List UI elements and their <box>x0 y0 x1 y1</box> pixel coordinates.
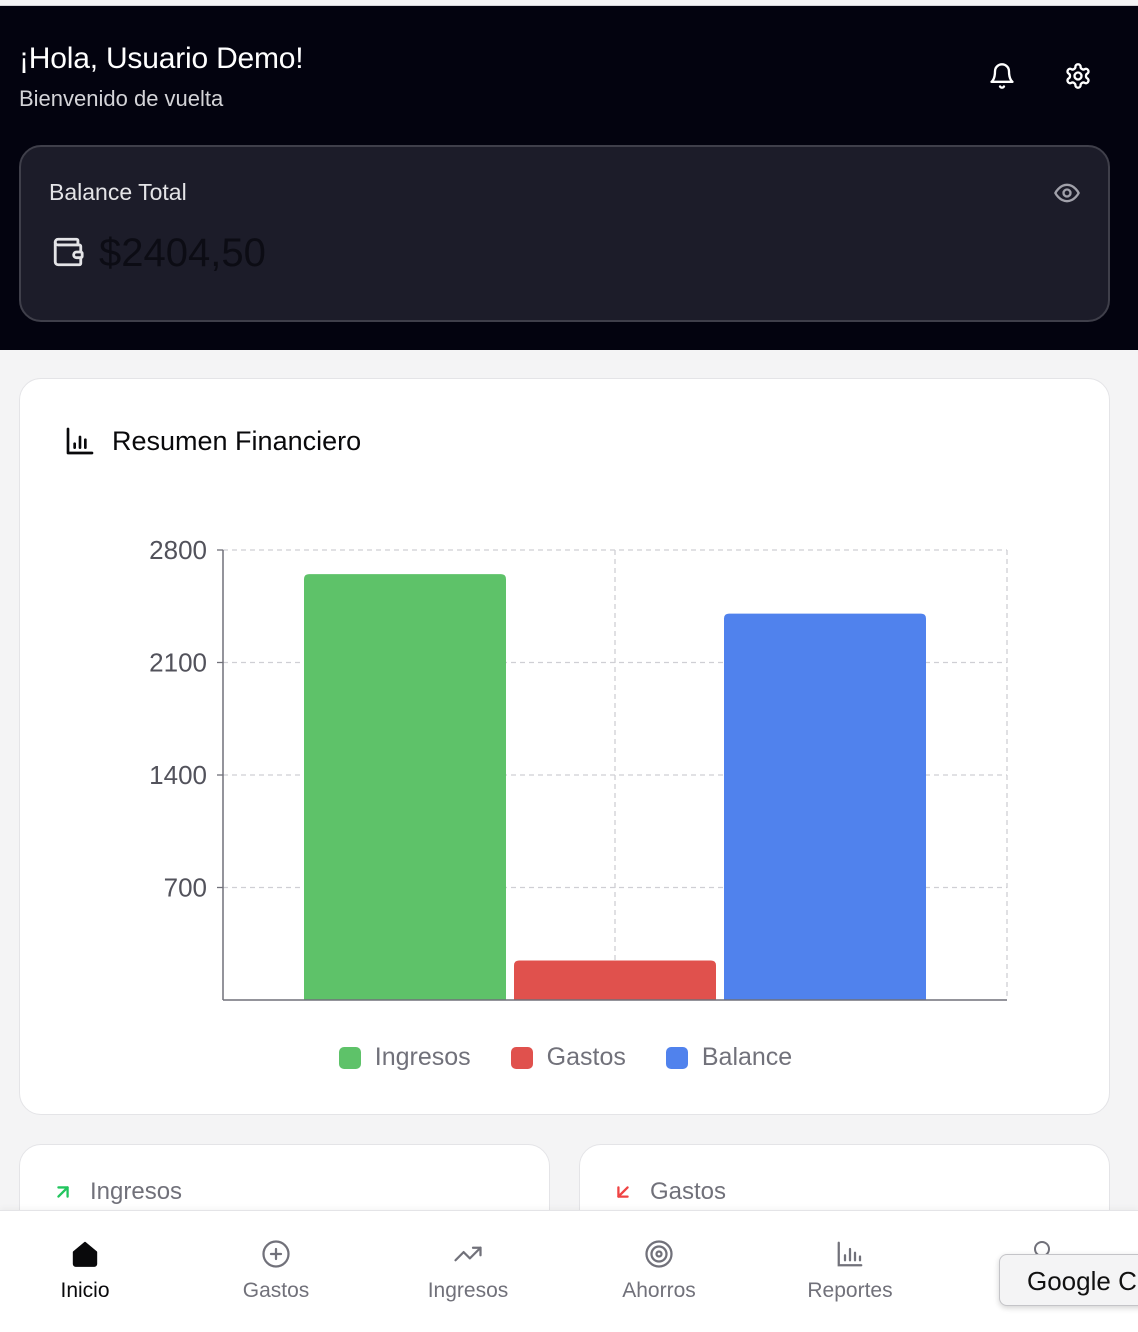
notifications-button[interactable] <box>984 58 1020 94</box>
home-icon <box>72 1241 98 1267</box>
app-header: ¡Hola, Usuario Demo! Bienvenido de vuelt… <box>0 6 1138 350</box>
legend-swatch-ingresos <box>338 1046 361 1069</box>
bar-gastos <box>514 960 716 1000</box>
balance-card: Balance Total $2404,50 <box>19 145 1110 322</box>
nav-label-gastos: Gastos <box>242 1279 310 1302</box>
nav-label-reportes: Reportes <box>807 1279 893 1302</box>
nav-item-ahorros[interactable]: Ahorros <box>599 1239 719 1309</box>
settings-button[interactable] <box>1060 58 1096 94</box>
nav-item-reportes[interactable]: Reportes <box>790 1239 910 1309</box>
financial-summary-card: Resumen Financiero 700 1400 2100 2800 Ingre… <box>19 378 1110 1115</box>
bar-ingresos <box>304 574 506 1000</box>
bar-balance <box>724 613 926 1000</box>
bar-chart-icon <box>837 1241 863 1267</box>
legend-swatch-gastos <box>510 1046 533 1069</box>
expense-stat-label: Gastos <box>650 1178 727 1205</box>
arrow-up-right-icon <box>57 1186 69 1198</box>
y-tick-label: 1400 <box>149 760 207 790</box>
google-tooltip: Google C <box>999 1254 1138 1306</box>
arrow-down-left-icon <box>617 1186 629 1198</box>
y-tick-label: 2100 <box>149 648 207 678</box>
nav-label-ahorros: Ahorros <box>622 1279 696 1302</box>
plus-circle-icon <box>262 1240 290 1268</box>
nav-label-ingresos: Ingresos <box>427 1279 509 1302</box>
target-icon <box>645 1240 673 1268</box>
wallet-icon <box>53 237 84 267</box>
legend-swatch-balance <box>665 1046 688 1069</box>
greeting-title: ¡Hola, Usuario Demo! <box>19 42 304 75</box>
gear-icon <box>1066 63 1090 89</box>
greeting-subtitle: Bienvenido de vuelta <box>19 86 224 111</box>
y-tick-label: 2800 <box>149 535 207 565</box>
nav-item-gastos[interactable]: Gastos <box>216 1239 336 1309</box>
trending-up-icon <box>454 1246 482 1262</box>
bell-icon <box>990 63 1014 89</box>
balance-label: Balance Total <box>49 179 187 205</box>
nav-item-inicio[interactable]: Inicio <box>25 1239 145 1309</box>
nav-item-ingresos[interactable]: Ingresos <box>408 1239 528 1309</box>
eye-icon <box>1054 183 1080 203</box>
y-tick-label: 700 <box>164 873 207 903</box>
toggle-balance-visibility-button[interactable] <box>1051 179 1083 207</box>
bottom-navigation: Inicio Gastos Ingresos Ahorros Reportes <box>0 1210 1138 1332</box>
nav-label-inicio: Inicio <box>60 1279 110 1302</box>
legend-item-balance[interactable]: Balance <box>665 1043 793 1072</box>
legend-label-ingresos: Ingresos <box>374 1043 471 1071</box>
financial-bar-chart: 700 1400 2100 2800 <box>149 535 1008 1001</box>
legend-label-balance: Balance <box>701 1043 793 1071</box>
legend-label-gastos: Gastos <box>546 1043 626 1071</box>
income-stat-label: Ingresos <box>90 1178 183 1205</box>
chart-legend: Ingresos Gastos Balance <box>20 1043 1111 1072</box>
balance-amount: $2404,50 <box>99 231 266 275</box>
legend-item-ingresos[interactable]: Ingresos <box>338 1043 471 1072</box>
legend-item-gastos[interactable]: Gastos <box>510 1043 626 1072</box>
